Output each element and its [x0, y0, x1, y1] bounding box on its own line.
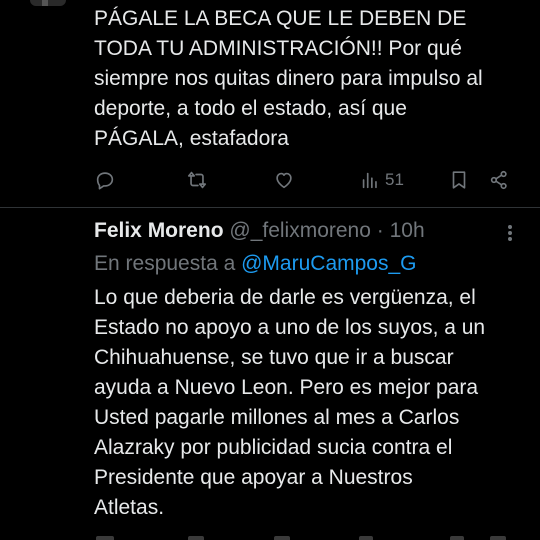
reply-icon [96, 172, 114, 190]
tweet-action-bar: 51 [94, 166, 540, 194]
retweet-button[interactable] [186, 166, 208, 194]
reply-icon [96, 536, 114, 540]
bookmark-icon [452, 171, 466, 189]
tweet-divider [0, 207, 540, 208]
reply-prefix: En respuesta a [94, 252, 236, 275]
author-name[interactable]: Felix Moreno [94, 219, 224, 242]
meta-separator: · [376, 219, 384, 242]
views-chart-icon [359, 536, 373, 540]
share-button[interactable] [488, 166, 510, 194]
share-icon [490, 170, 507, 190]
more-dot-icon [508, 231, 512, 235]
views-button[interactable]: 51 [359, 166, 404, 194]
more-options-button[interactable] [500, 222, 520, 244]
more-dot-icon [508, 237, 512, 241]
views-count: 51 [385, 170, 404, 189]
views-chart-icon [362, 172, 377, 189]
tweet-header: Felix Moreno @_felixmoreno · 10h [94, 217, 425, 245]
tweet-text: Lo que deberia de darle es vergüenza, el… [94, 286, 486, 519]
tweet-timestamp[interactable]: 10h [390, 219, 425, 242]
retweet-icon [188, 536, 204, 540]
reply-mention-link[interactable]: @MaruCampos_G [241, 252, 416, 275]
like-button[interactable] [273, 166, 295, 194]
reply-context: En respuesta a @MaruCampos_G [94, 250, 416, 278]
share-icon [490, 536, 506, 540]
reply-button[interactable] [94, 166, 116, 194]
tweet-text: PÁGALE LA BECA QUE LE DEBEN DE TODA TU A… [94, 7, 483, 150]
author-handle[interactable]: @_felixmoreno [229, 219, 371, 242]
heart-icon [274, 536, 290, 540]
bookmark-button[interactable] [448, 166, 470, 194]
avatar[interactable] [30, 0, 66, 6]
more-dot-icon [508, 225, 512, 229]
heart-icon [276, 172, 292, 189]
retweet-icon [187, 171, 207, 189]
bookmark-icon [450, 536, 464, 540]
